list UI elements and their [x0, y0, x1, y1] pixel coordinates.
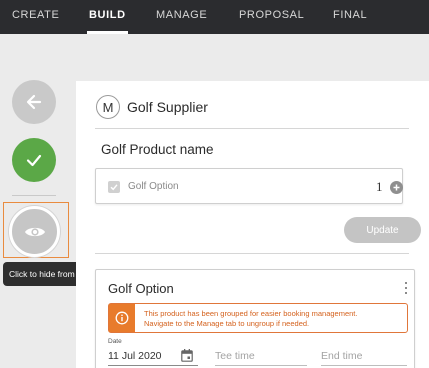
supplier-name: Golf Supplier [127, 99, 208, 115]
date-field[interactable]: 11 Jul 2020 [108, 350, 162, 362]
option-card-title: Golf Option [108, 281, 174, 296]
option-quantity: 1 [376, 179, 383, 194]
divider [95, 128, 409, 129]
more-options-icon[interactable] [405, 282, 409, 294]
tab-build[interactable]: BUILD [87, 0, 128, 34]
arrow-left-icon [26, 94, 42, 110]
notice-line: This product has been grouped for easier… [144, 309, 358, 318]
calendar-icon[interactable] [181, 349, 193, 362]
divider [95, 253, 409, 254]
tab-manage[interactable]: MANAGE [156, 0, 207, 34]
rail-divider [12, 195, 56, 196]
end-time-input[interactable]: End time [321, 350, 362, 362]
tab-final[interactable]: FINAL [333, 0, 367, 34]
tee-time-underline [215, 365, 307, 366]
date-underline [108, 365, 198, 366]
option-label: Golf Option [128, 181, 179, 192]
notice-text: This product has been grouped for easier… [144, 309, 357, 329]
eye-icon [24, 227, 45, 236]
confirm-button[interactable] [12, 138, 56, 182]
info-icon [109, 304, 135, 332]
tab-proposal[interactable]: PROPOSAL [239, 0, 304, 34]
supplier-avatar: M [96, 95, 120, 119]
option-card: Golf Option This product has been groupe… [95, 269, 415, 368]
date-label: Date [108, 338, 122, 345]
tab-create[interactable]: CREATE [12, 0, 59, 34]
option-checkbox[interactable] [108, 181, 120, 193]
notice-line: Navigate to the Manage tab to ungroup if… [144, 319, 310, 328]
plus-icon [393, 184, 400, 191]
end-time-underline [321, 365, 407, 366]
back-button[interactable] [12, 80, 56, 124]
increment-button[interactable] [390, 181, 403, 194]
top-navigation: CREATE BUILD MANAGE PROPOSAL FINAL [0, 0, 429, 34]
update-button[interactable]: Update [344, 217, 421, 243]
check-icon [26, 154, 42, 167]
product-card: M Golf Supplier Golf Product name Golf O… [76, 81, 429, 368]
check-icon [110, 184, 118, 191]
option-row: Golf Option 1 [95, 168, 403, 204]
tee-time-input[interactable]: Tee time [215, 350, 255, 362]
grouped-notice: This product has been grouped for easier… [108, 303, 408, 333]
product-name: Golf Product name [101, 142, 214, 157]
visibility-toggle-button[interactable] [9, 206, 60, 257]
